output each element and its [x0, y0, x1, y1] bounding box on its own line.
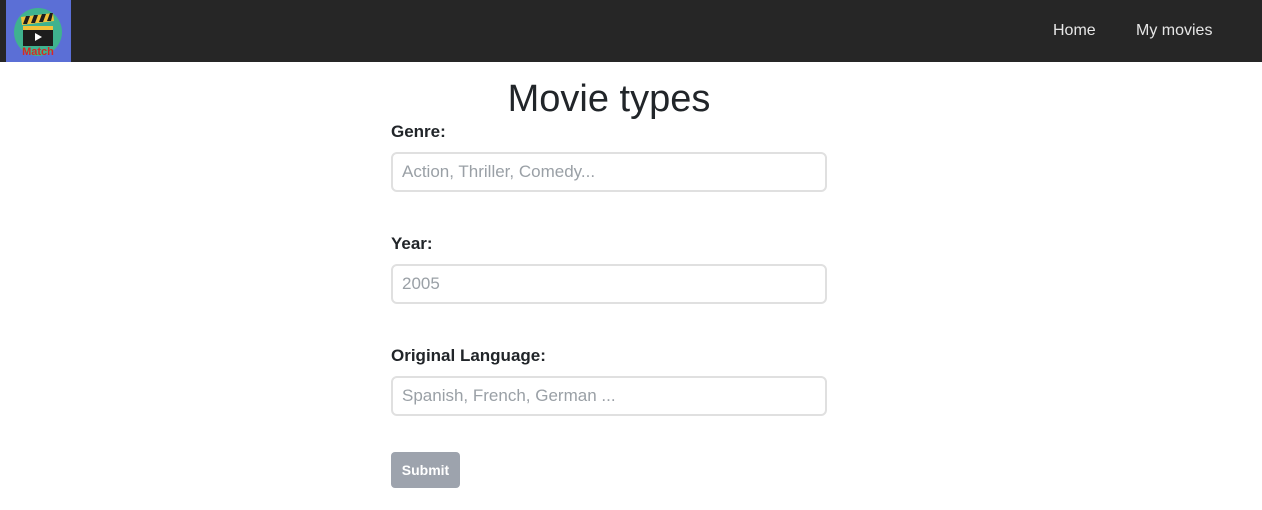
year-input[interactable] [391, 264, 827, 304]
svg-text:Match: Match [22, 46, 54, 58]
nav-home-link[interactable]: Home [1053, 21, 1096, 41]
year-label: Year: [391, 234, 433, 253]
original-language-label: Original Language: [391, 346, 546, 365]
submit-button[interactable]: Submit [391, 452, 460, 488]
original-language-input[interactable] [391, 376, 827, 416]
navbar: Match Home My movies [0, 0, 1262, 62]
clapperboard-logo-icon: Match [14, 8, 62, 58]
genre-label: Genre: [391, 122, 446, 141]
page-title: Movie types [507, 78, 711, 120]
logo[interactable]: Match [6, 0, 71, 62]
nav-my-movies-link[interactable]: My movies [1136, 21, 1212, 41]
genre-input[interactable] [391, 152, 827, 192]
